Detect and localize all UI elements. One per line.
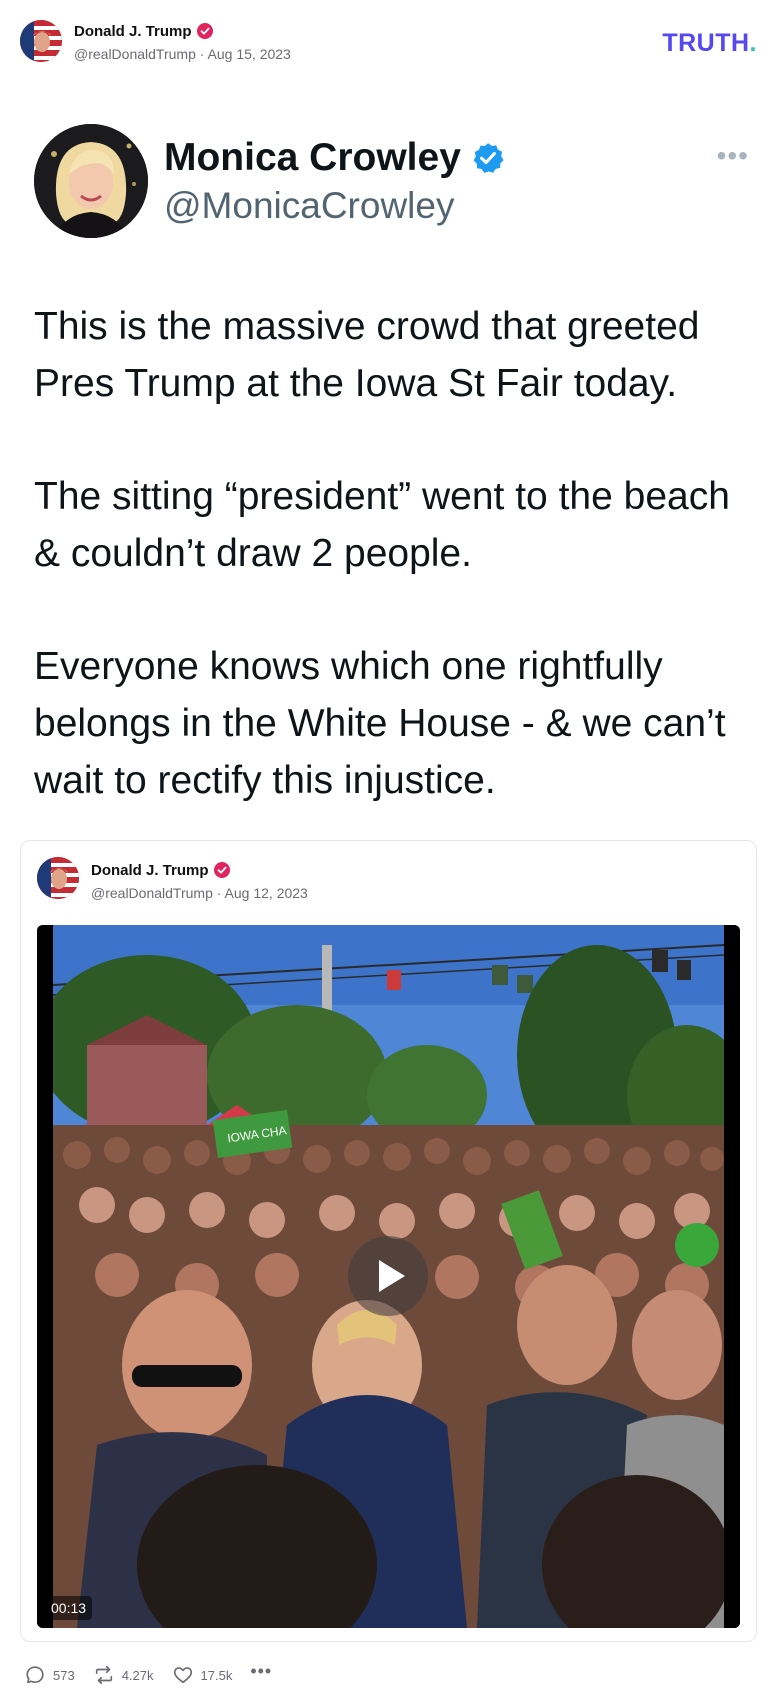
card-avatar[interactable] — [37, 857, 79, 899]
truth-social-post: Donald J. Trump @realDonaldTrump · Aug 1… — [0, 0, 777, 1705]
retruth-button[interactable]: 4.27k — [93, 1664, 154, 1686]
verified-badge-icon — [213, 862, 230, 878]
card-author-block: Donald J. Trump @realDonaldTrump · Aug 1… — [91, 859, 308, 902]
retruth-icon — [95, 1665, 112, 1685]
retruth-count: 4.27k — [121, 1667, 154, 1683]
quoted-post-text: This is the massive crowd that greeted P… — [34, 298, 754, 865]
quoted-paragraph-3: Everyone knows which one rightfully belo… — [34, 645, 726, 802]
video-player[interactable]: IOWA CHA 00:13 — [37, 925, 740, 1628]
quoted-post-image: Monica Crowley @MonicaCrowley ••• This i… — [0, 100, 777, 802]
logo-text: TRUTH — [662, 29, 750, 57]
card-author-handle[interactable]: @realDonaldTrump — [91, 885, 213, 901]
reply-count: 573 — [53, 1667, 75, 1683]
action-bar: 573 4.27k 17.5k ••• — [24, 1662, 272, 1686]
quoted-author-name: Monica Crowley — [164, 136, 505, 180]
play-button[interactable] — [348, 1236, 428, 1316]
retruth-card[interactable]: Donald J. Trump @realDonaldTrump · Aug 1… — [20, 840, 757, 1642]
separator: · — [216, 885, 222, 901]
more-options-icon[interactable]: ••• — [250, 1662, 272, 1680]
heart-icon — [173, 1667, 192, 1684]
x-verified-badge-icon — [473, 143, 504, 173]
author-handle[interactable]: @realDonaldTrump — [74, 46, 196, 62]
video-duration: 00:13 — [45, 1596, 93, 1620]
author-name[interactable]: Donald J. Trump — [74, 23, 192, 40]
comment-icon — [26, 1666, 44, 1684]
logo-dot: . — [749, 29, 757, 57]
verified-badge-icon — [196, 23, 213, 39]
quoted-paragraph-2: The sitting “president” went to the beac… — [34, 475, 730, 575]
post-header: Donald J. Trump @realDonaldTrump · Aug 1… — [20, 20, 757, 70]
more-horizontal-icon: ••• — [716, 140, 749, 171]
like-count: 17.5k — [200, 1667, 233, 1683]
author-block: Donald J. Trump @realDonaldTrump · Aug 1… — [74, 20, 291, 63]
avatar[interactable] — [20, 20, 62, 62]
like-button[interactable]: 17.5k — [172, 1664, 233, 1686]
card-author-name[interactable]: Donald J. Trump — [91, 862, 209, 879]
quoted-author-handle: @MonicaCrowley — [164, 185, 455, 226]
card-post-date[interactable]: Aug 12, 2023 — [225, 885, 308, 901]
separator: · — [199, 46, 205, 62]
quoted-paragraph-1: This is the massive crowd that greeted P… — [34, 305, 700, 405]
monica-avatar — [34, 124, 148, 238]
truth-logo[interactable]: TRUTH. — [662, 29, 757, 58]
post-date[interactable]: Aug 15, 2023 — [208, 46, 291, 62]
monica-name: Monica Crowley — [164, 136, 461, 179]
reply-button[interactable]: 573 — [24, 1664, 75, 1686]
